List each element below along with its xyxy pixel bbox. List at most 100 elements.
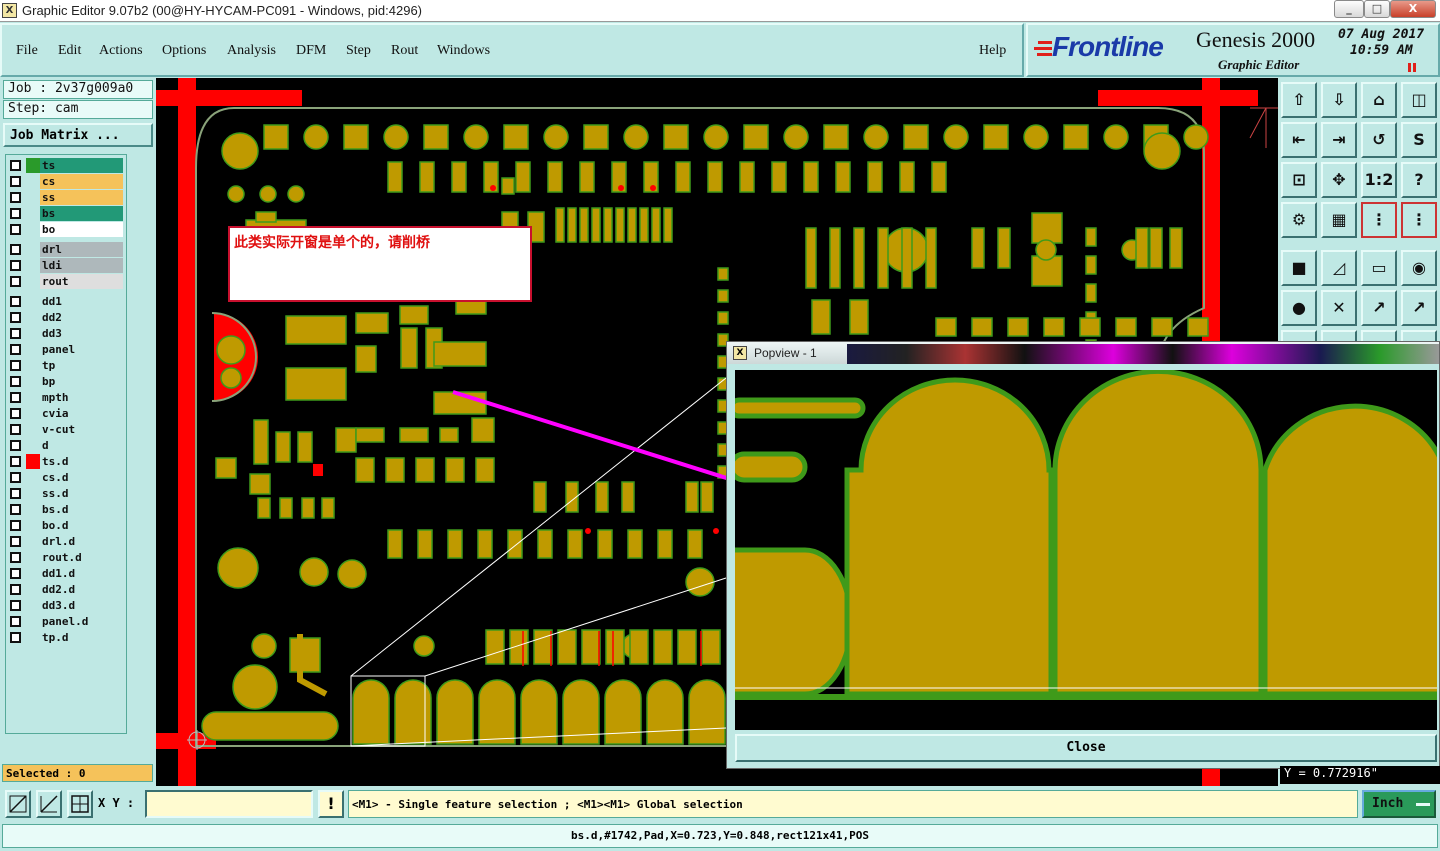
popview-close-button[interactable]: Close — [735, 734, 1437, 762]
menu-analysis[interactable]: Analysis — [227, 43, 276, 59]
menu-windows[interactable]: Windows — [437, 43, 490, 59]
settings-icon[interactable]: ⚙ — [1281, 202, 1317, 238]
layer-checkbox[interactable] — [10, 472, 21, 483]
layer-checkbox[interactable] — [10, 552, 21, 563]
layer-checkbox[interactable] — [10, 244, 21, 255]
layer-checkbox[interactable] — [10, 520, 21, 531]
layer-row-v-cut[interactable]: v-cut — [8, 422, 123, 437]
layer-row-bs[interactable]: bs — [8, 206, 123, 221]
layer-row-panel-d[interactable]: panel.d — [8, 614, 123, 629]
window-split-icon[interactable]: ◫ — [1401, 82, 1437, 118]
menu-dfm[interactable]: DFM — [296, 43, 326, 59]
layer-checkbox[interactable] — [10, 276, 21, 287]
warning-button[interactable]: ! — [318, 790, 344, 818]
layer-checkbox[interactable] — [10, 392, 21, 403]
menu-options[interactable]: Options — [162, 43, 206, 59]
layer-checkbox[interactable] — [10, 328, 21, 339]
net-icon[interactable]: ⋮ — [1361, 202, 1397, 238]
top-layer-icon[interactable]: ⇧ — [1281, 82, 1317, 118]
layer-checkbox[interactable] — [10, 456, 21, 467]
layer-checkbox[interactable] — [10, 208, 21, 219]
step-field[interactable]: Step: cam — [3, 100, 153, 119]
popview-canvas[interactable] — [735, 370, 1437, 730]
help-icon[interactable]: ? — [1401, 162, 1437, 198]
layer-checkbox[interactable] — [10, 600, 21, 611]
units-select[interactable]: Inch — [1362, 790, 1436, 818]
layer-checkbox[interactable] — [10, 160, 21, 171]
layer-row-dd3-d[interactable]: dd3.d — [8, 598, 123, 613]
layer-row-cs[interactable]: cs — [8, 174, 123, 189]
layer-checkbox[interactable] — [10, 344, 21, 355]
layer-checkbox[interactable] — [10, 312, 21, 323]
layer-row-panel[interactable]: panel — [8, 342, 123, 357]
layer-row-dd1-d[interactable]: dd1.d — [8, 566, 123, 581]
delete-icon[interactable]: ✕ — [1321, 290, 1357, 326]
feature-icon[interactable]: ■ — [1281, 250, 1317, 286]
menu-file[interactable]: File — [16, 43, 38, 59]
bottom-layer-icon[interactable]: ⇩ — [1321, 82, 1357, 118]
minimize-button[interactable]: _ — [1334, 0, 1364, 18]
layer-row-bp[interactable]: bp — [8, 374, 123, 389]
grid-toggle-icon[interactable]: ▦ — [1321, 202, 1357, 238]
layer-row-bo[interactable]: bo — [8, 222, 123, 237]
net-select-icon[interactable]: ⋮ — [1401, 202, 1437, 238]
xy-input[interactable] — [145, 790, 313, 818]
layer-row-bo-d[interactable]: bo.d — [8, 518, 123, 533]
layer-row-ts[interactable]: ts — [8, 158, 123, 173]
zoom-icon[interactable]: ✥ — [1321, 162, 1357, 198]
layer-checkbox[interactable] — [10, 424, 21, 435]
layer-row-cs-d[interactable]: cs.d — [8, 470, 123, 485]
layer-row-dd1[interactable]: dd1 — [8, 294, 123, 309]
layer-checkbox[interactable] — [10, 376, 21, 387]
layer-checkbox[interactable] — [10, 260, 21, 271]
layer-row-tp-d[interactable]: tp.d — [8, 630, 123, 645]
layer-checkbox[interactable] — [10, 224, 21, 235]
edit-shape-icon[interactable]: ◿ — [1321, 250, 1357, 286]
layer-checkbox[interactable] — [10, 408, 21, 419]
layer-row-drl-d[interactable]: drl.d — [8, 534, 123, 549]
layer-row-cvia[interactable]: cvia — [8, 406, 123, 421]
line-icon[interactable]: ↗ — [1361, 290, 1397, 326]
layer-checkbox[interactable] — [10, 488, 21, 499]
snap-icon[interactable]: ↗ — [1401, 290, 1437, 326]
layer-row-mpth[interactable]: mpth — [8, 390, 123, 405]
layer-row-ss-d[interactable]: ss.d — [8, 486, 123, 501]
layer-row-ldi[interactable]: ldi — [8, 258, 123, 273]
pan-right-icon[interactable]: ⇥ — [1321, 122, 1357, 158]
home-icon[interactable]: ⌂ — [1361, 82, 1397, 118]
job-matrix-button[interactable]: Job Matrix ... — [3, 123, 153, 147]
measure-icon[interactable] — [36, 790, 62, 818]
ratio-icon[interactable]: 1:2 — [1361, 162, 1397, 198]
layer-checkbox[interactable] — [10, 296, 21, 307]
menu-actions[interactable]: Actions — [99, 43, 143, 59]
layer-row-dd3[interactable]: dd3 — [8, 326, 123, 341]
layer-row-drl[interactable]: drl — [8, 242, 123, 257]
layer-row-dd2-d[interactable]: dd2.d — [8, 582, 123, 597]
fit-view-icon[interactable]: ⊡ — [1281, 162, 1317, 198]
rotate-icon[interactable]: ↺ — [1361, 122, 1397, 158]
layer-checkbox[interactable] — [10, 536, 21, 547]
layer-row-tp[interactable]: tp — [8, 358, 123, 373]
connect-icon[interactable]: ● — [1281, 290, 1317, 326]
layer-checkbox[interactable] — [10, 504, 21, 515]
pan-left-icon[interactable]: ⇤ — [1281, 122, 1317, 158]
menu-rout[interactable]: Rout — [391, 43, 418, 59]
layer-row-ts-d[interactable]: ts.d — [8, 454, 123, 469]
zoom-area-icon[interactable] — [5, 790, 31, 818]
mirror-icon[interactable]: S — [1401, 122, 1437, 158]
job-field[interactable]: Job : 2v37g009a0 — [3, 80, 153, 99]
layer-checkbox[interactable] — [10, 192, 21, 203]
layer-row-rout-d[interactable]: rout.d — [8, 550, 123, 565]
pad-icon[interactable]: ◉ — [1401, 250, 1437, 286]
menu-help[interactable]: Help — [979, 43, 1006, 59]
layer-row-d[interactable]: d — [8, 438, 123, 453]
close-window-button[interactable]: X — [1390, 0, 1436, 18]
layer-row-dd2[interactable]: dd2 — [8, 310, 123, 325]
layer-checkbox[interactable] — [10, 632, 21, 643]
layer-checkbox[interactable] — [10, 616, 21, 627]
menu-step[interactable]: Step — [346, 43, 371, 59]
layer-checkbox[interactable] — [10, 440, 21, 451]
layer-row-bs-d[interactable]: bs.d — [8, 502, 123, 517]
grid-icon[interactable] — [67, 790, 93, 818]
layer-checkbox[interactable] — [10, 584, 21, 595]
